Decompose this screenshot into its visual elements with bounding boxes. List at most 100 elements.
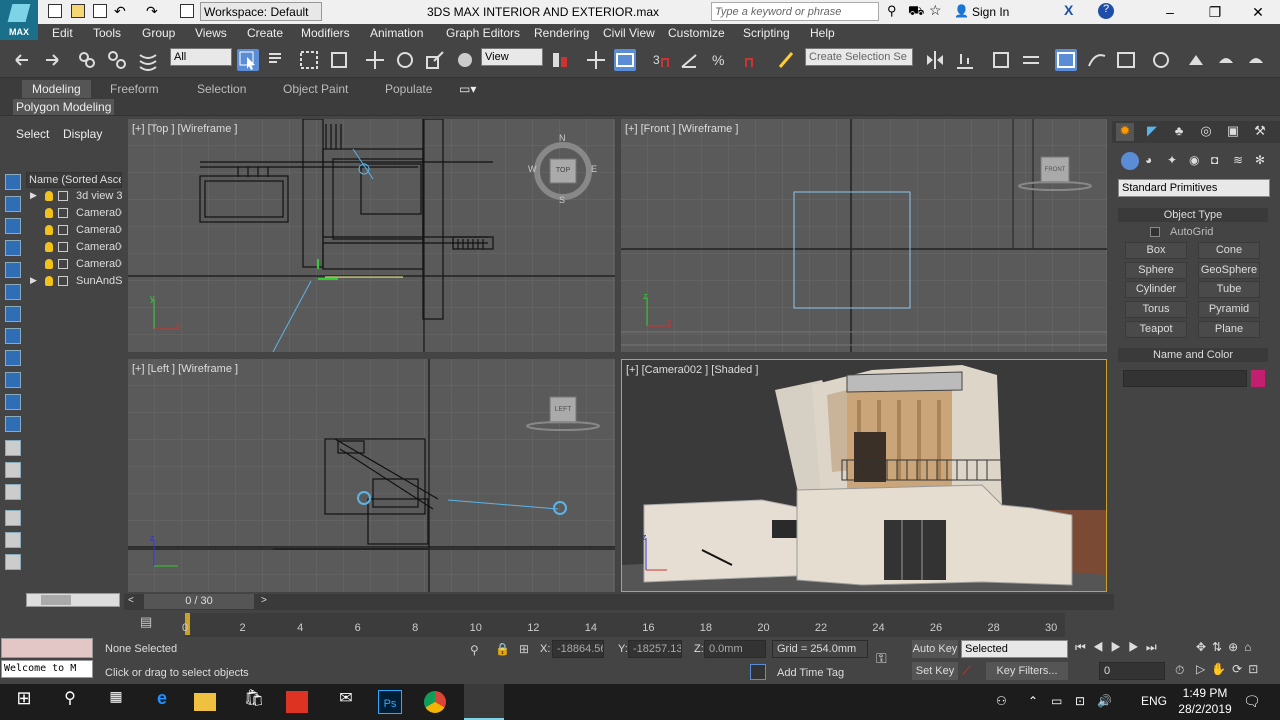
viewcube-face-label[interactable]: LEFT — [550, 406, 576, 413]
filter-xrefs-icon[interactable] — [5, 328, 21, 344]
undo-icon[interactable]: ↶ — [114, 3, 126, 20]
menu-edit[interactable]: Edit — [52, 26, 73, 40]
menu-help[interactable]: Help — [810, 26, 835, 40]
add-time-tag-button[interactable]: Add Time Tag — [777, 667, 844, 679]
project-folder-icon[interactable] — [180, 4, 194, 18]
x-coordinate-field[interactable]: -18864.56 — [552, 640, 604, 658]
filter-bones-icon[interactable] — [5, 350, 21, 366]
bulb-icon[interactable] — [45, 191, 53, 201]
explorer-tab-display[interactable]: Display — [63, 127, 102, 141]
maxscript-mini-listener[interactable]: Welcome to M — [1, 660, 93, 678]
tube-button[interactable]: Tube — [1198, 281, 1260, 298]
layer-explorer-icon[interactable] — [990, 49, 1012, 71]
volume-icon[interactable]: 🔊 — [1097, 694, 1112, 708]
set-key-button[interactable]: Set Key — [912, 662, 958, 680]
help-icon[interactable]: ? — [1098, 3, 1114, 19]
expand-arrow-icon[interactable]: ▶ — [30, 190, 37, 201]
time-slider[interactable]: < 0 / 30 > — [124, 594, 1114, 610]
cameras-category-icon[interactable]: ◉ — [1189, 153, 1199, 167]
viewcube-face-label[interactable]: TOP — [553, 167, 573, 174]
unlink-icon[interactable] — [106, 49, 128, 71]
open-file-icon[interactable] — [71, 4, 85, 18]
geosphere-button[interactable]: GeoSphere — [1198, 262, 1260, 279]
geometry-category-icon[interactable] — [1121, 152, 1139, 170]
tab-selection[interactable]: Selection — [197, 82, 246, 96]
material-editor-icon[interactable] — [1150, 49, 1172, 71]
absolute-mode-icon[interactable]: ⊞ — [519, 642, 529, 656]
menu-scripting[interactable]: Scripting — [743, 26, 790, 40]
spacewarps-category-icon[interactable]: ≋ — [1233, 153, 1243, 167]
mail-icon[interactable]: ✉ — [332, 688, 360, 716]
filter-shapes-icon[interactable] — [5, 196, 21, 212]
filter-frozen-icon[interactable] — [5, 394, 21, 410]
key-selection-dropdown[interactable]: Selected — [961, 640, 1068, 658]
viewport-label[interactable]: [+] [Left ] [Wireframe ] — [132, 363, 238, 375]
menu-tools[interactable]: Tools — [93, 26, 121, 40]
keyboard-shortcut-icon[interactable] — [614, 49, 636, 71]
render-frame-icon[interactable] — [1215, 49, 1237, 71]
pivot-center-icon[interactable] — [549, 49, 571, 71]
filter-geometry-icon[interactable] — [5, 174, 21, 190]
rect-selection-icon[interactable] — [298, 49, 320, 71]
motion-tab-icon[interactable]: ◎ — [1197, 123, 1215, 141]
task-view-icon[interactable]: ▦ — [102, 688, 130, 716]
plane-button[interactable]: Plane — [1198, 321, 1260, 338]
filter-lights-icon[interactable] — [5, 218, 21, 234]
explorer-column-header[interactable]: Name (Sorted Ascen — [26, 172, 122, 188]
network-icon[interactable]: ⊡ — [1075, 694, 1085, 708]
clock-date[interactable]: 28/2/2019 — [1174, 702, 1236, 716]
viewcube-face-label[interactable]: FRONT — [1041, 167, 1069, 173]
explorer-options-icon[interactable] — [5, 532, 21, 548]
toggle-ribbon-icon[interactable] — [1020, 49, 1042, 71]
add-time-tag-icon[interactable] — [750, 664, 766, 680]
render-setup-icon[interactable] — [1185, 49, 1207, 71]
tray-expand-icon[interactable]: ⌃ — [1028, 694, 1038, 708]
filter-spacewarps-icon[interactable] — [5, 284, 21, 300]
menu-views[interactable]: Views — [195, 26, 227, 40]
menu-modifiers[interactable]: Modifiers — [301, 26, 350, 40]
modify-tab-icon[interactable]: ◤ — [1143, 123, 1161, 141]
snap-3d-icon[interactable]: 3 — [650, 49, 672, 71]
viewport-nav-controls[interactable]: ✥⇅⊕⌂ — [1196, 640, 1257, 654]
prev-frame-icon[interactable]: < — [128, 595, 134, 606]
list-item[interactable]: Camera00 — [28, 223, 122, 239]
isolate-icon[interactable]: ⚲ — [470, 643, 479, 657]
people-icon[interactable]: ⚇ — [996, 694, 1007, 708]
object-type-rollout[interactable]: Object Type — [1118, 208, 1268, 222]
menu-animation[interactable]: Animation — [370, 26, 423, 40]
select-object-icon[interactable] — [237, 49, 259, 71]
menu-graph-editors[interactable]: Graph Editors — [446, 26, 520, 40]
default-tangents-icon[interactable]: ⟋ — [962, 663, 971, 679]
move-icon[interactable] — [364, 49, 386, 71]
bulb-icon[interactable] — [45, 208, 53, 218]
redo-icon[interactable] — [40, 49, 62, 71]
lights-category-icon[interactable]: ✦ — [1167, 153, 1177, 167]
rotate-icon[interactable] — [394, 49, 416, 71]
menu-civil-view[interactable]: Civil View — [603, 26, 655, 40]
filter-helpers-icon[interactable] — [5, 262, 21, 278]
edge-icon[interactable]: e — [148, 688, 176, 716]
primitive-type-dropdown[interactable]: Standard Primitives — [1118, 179, 1270, 197]
angle-snap-icon[interactable] — [678, 49, 700, 71]
binoculars-icon[interactable]: ⚲ — [887, 3, 897, 19]
expand-arrow-icon[interactable]: ▶ — [30, 275, 37, 286]
bulb-icon[interactable] — [45, 259, 53, 269]
filter-hidden-icon[interactable] — [5, 416, 21, 432]
render-icon[interactable] — [1245, 49, 1267, 71]
shapes-category-icon[interactable]: ◕ — [1145, 153, 1152, 167]
playback-controls[interactable]: ⏮◀▶▶⏭ — [1075, 640, 1164, 655]
windows-start-icon[interactable]: ⊞ — [10, 688, 38, 716]
list-item[interactable]: Camera00 — [28, 240, 122, 256]
maximize-button[interactable]: ❐ — [1195, 2, 1235, 22]
object-color-swatch[interactable] — [1251, 370, 1265, 387]
undo-icon[interactable] — [12, 49, 34, 71]
polygon-modeling-button[interactable]: Polygon Modeling — [13, 99, 115, 115]
schematic-view-icon[interactable] — [1115, 49, 1137, 71]
sphere-button[interactable]: Sphere — [1125, 262, 1187, 279]
invert-display-icon[interactable] — [5, 484, 21, 500]
photoshop-icon[interactable]: Ps — [378, 690, 402, 714]
redo-icon[interactable]: ↷ — [146, 3, 158, 20]
pyramid-button[interactable]: Pyramid — [1198, 301, 1260, 318]
filter-groups-icon[interactable] — [5, 306, 21, 322]
list-item[interactable]: Camera00 — [28, 206, 122, 222]
